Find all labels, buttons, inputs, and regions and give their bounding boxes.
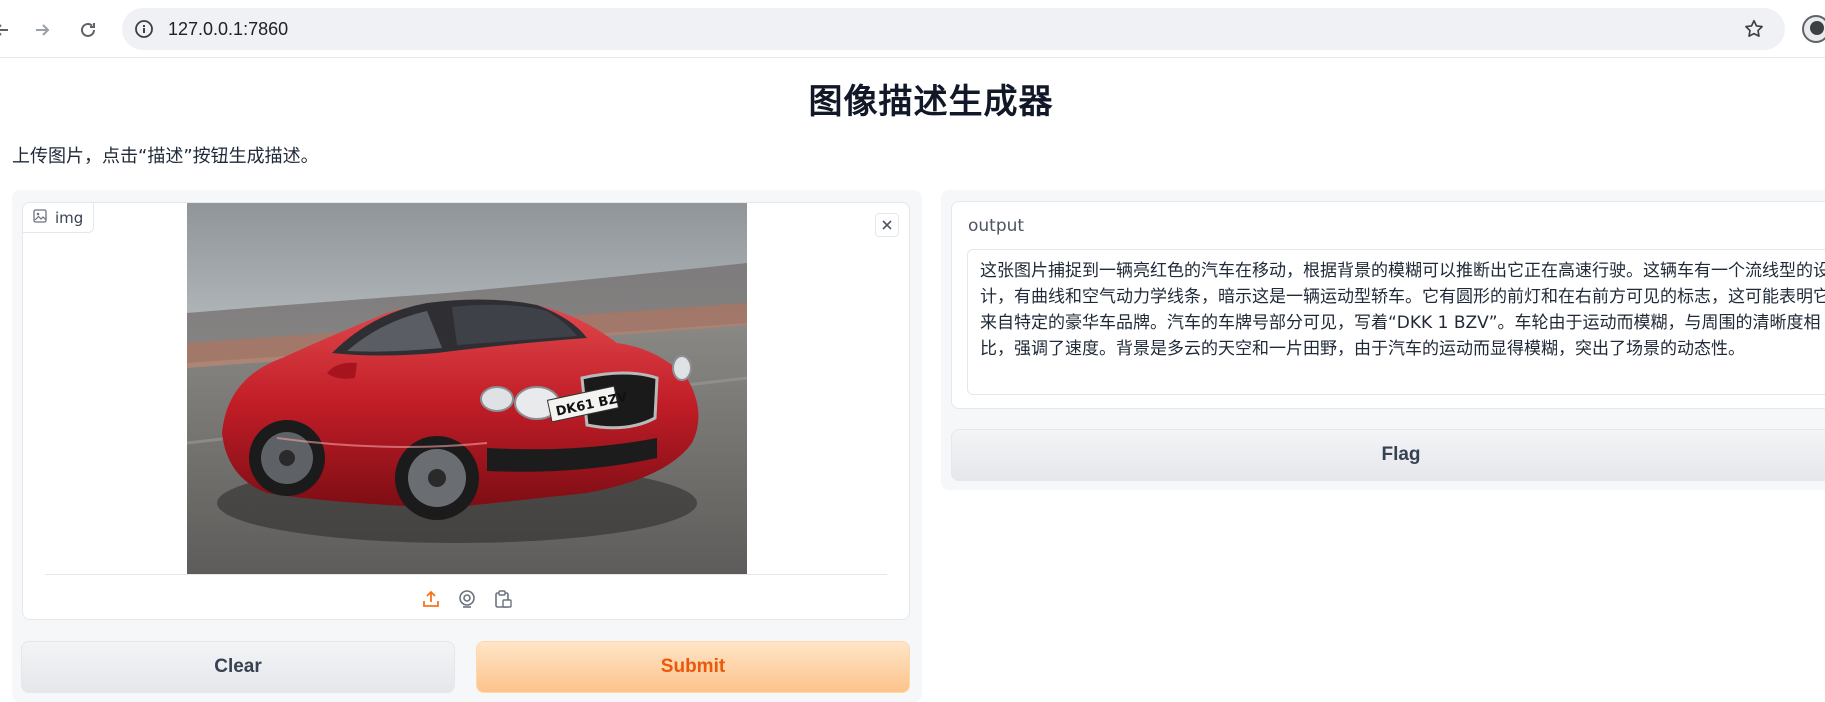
clipboard-icon[interactable] (491, 587, 515, 611)
image-input-label: img (23, 203, 95, 233)
site-info-icon[interactable] (132, 17, 156, 41)
upload-icon[interactable] (419, 587, 443, 611)
image-divider (45, 574, 887, 575)
back-icon[interactable] (0, 14, 18, 46)
profile-avatar-icon[interactable] (1802, 15, 1825, 43)
output-text: 这张图片捕捉到一辆亮红色的汽车在移动，根据背景的模糊可以推断出它正在高速行驶。这… (980, 261, 1825, 359)
forward-icon[interactable] (26, 14, 58, 46)
page-description: 上传图片，点击“描述”按钮生成描述。 (12, 146, 319, 167)
reload-icon[interactable] (72, 14, 104, 46)
output-textarea[interactable]: 这张图片捕捉到一辆亮红色的汽车在移动，根据背景的模糊可以推断出它正在高速行驶。这… (967, 249, 1825, 395)
webcam-icon[interactable] (455, 587, 479, 611)
image-icon (33, 208, 47, 227)
image-input[interactable]: img DK61 BZV (22, 202, 910, 620)
url-text[interactable]: 127.0.0.1:7860 (168, 8, 288, 50)
page-title: 图像描述生成器 (808, 82, 1054, 122)
bookmark-star-icon[interactable] (1741, 16, 1767, 42)
close-icon[interactable] (875, 213, 899, 237)
flag-button[interactable]: Flag (951, 429, 1825, 481)
output-textbox-container: output 这张图片捕捉到一辆亮红色的汽车在移动，根据背景的模糊可以推断出它正… (951, 201, 1825, 409)
browser-toolbar: 127.0.0.1:7860 (0, 0, 1825, 58)
uploaded-car-photo: DK61 BZV (187, 203, 747, 575)
image-source-selector (23, 587, 909, 611)
clear-button[interactable]: Clear (21, 641, 455, 693)
image-label-text: img (55, 208, 84, 227)
submit-button[interactable]: Submit (476, 641, 910, 693)
output-label: output (968, 216, 1025, 236)
address-bar[interactable]: 127.0.0.1:7860 (122, 8, 1785, 50)
